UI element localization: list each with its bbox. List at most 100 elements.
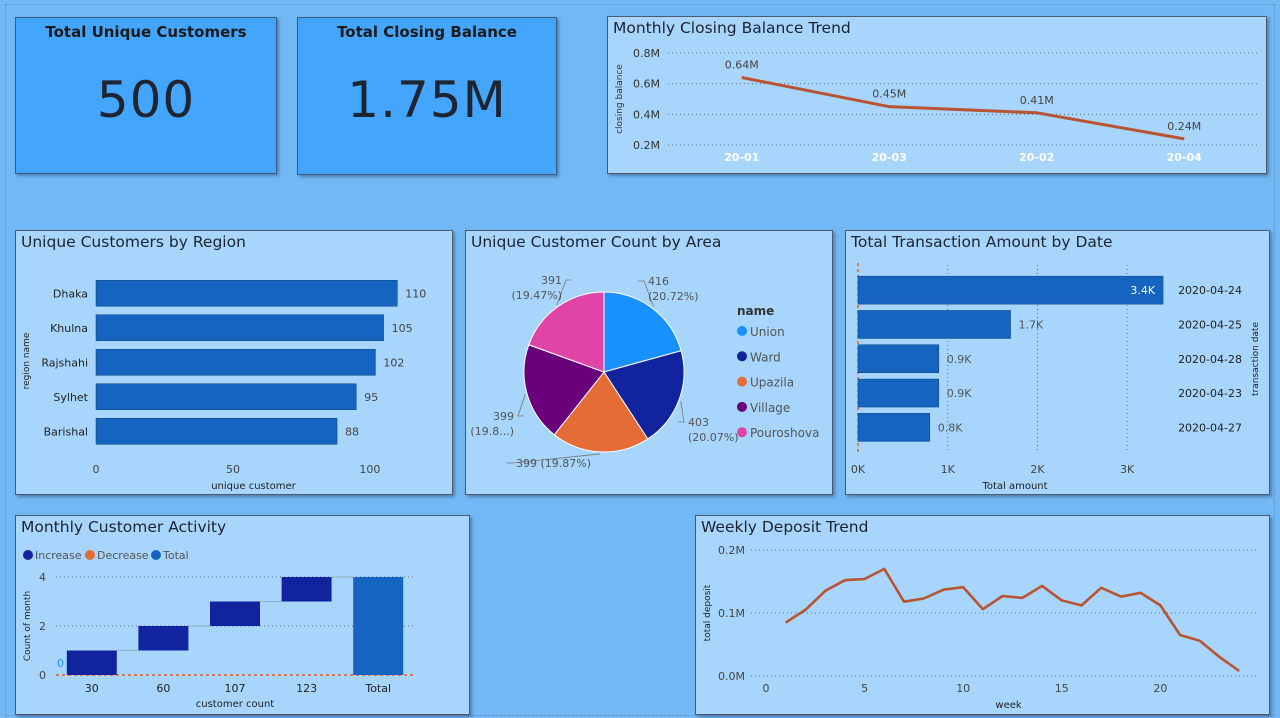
x-tick-label: Total (364, 682, 391, 695)
bar (281, 577, 332, 602)
y-tick-label: 0.6M (633, 78, 660, 91)
kpi-value: 500 (96, 71, 196, 129)
customers-area-panel[interactable]: Unique Customer Count by Area 416 (20.72%… (465, 230, 833, 495)
bar (138, 626, 189, 651)
monthly-balance-chart: 0.2M 0.4M 0.6M 0.8M closing balance 20-01 0.64… (615, 47, 1258, 164)
y-tick-label: 4 (39, 571, 46, 584)
weekly-deposit-panel[interactable]: Weekly Deposit Trend 0.0M 0.1M 0.2M 0 5 10 15 2… (695, 515, 1270, 715)
x-tick-label: 30 (85, 682, 99, 695)
y-tick-label: 0.2M (633, 139, 660, 152)
y-axis-label: closing balance (615, 64, 625, 134)
data-label: 0.9K (947, 353, 972, 366)
x-tick-label: 123 (296, 682, 317, 695)
customers-area-chart: 416 (20.72%) 403 (20.07%) 399 (19.87%) 399 (19… (470, 274, 819, 470)
data-label: 3.4K (1130, 284, 1155, 297)
y-axis-label: Count of month (23, 591, 33, 661)
data-label: 105 (392, 322, 413, 335)
slice-label: 399 (19.87%) (516, 457, 591, 470)
legend-label: Union (750, 325, 785, 339)
legend-marker (737, 427, 747, 438)
slice-label: (20.07%) (688, 431, 739, 444)
legend-label: Ward (750, 350, 781, 364)
legend-marker (737, 376, 747, 387)
start-label: 0 (57, 657, 64, 670)
x-tick-label: 10 (956, 682, 970, 695)
bar (857, 413, 931, 442)
monthly-balance-panel[interactable]: Monthly Closing Balance Trend 0.2M 0.4M 0.… (607, 16, 1267, 174)
slice-label: (19.8...) (470, 425, 514, 438)
transaction-date-panel[interactable]: Total Transaction Amount by Date 0K 1K 2K 3… (845, 230, 1270, 495)
slice-label: (20.72%) (648, 290, 699, 303)
y-tick-label: 2020-04-23 (1178, 387, 1242, 400)
data-label: 0.64M (725, 59, 759, 72)
x-tick-label: 5 (861, 682, 868, 695)
data-label: 95 (364, 391, 378, 404)
x-tick-label: 100 (359, 463, 380, 476)
y-tick-label: Rajshahi (41, 356, 88, 369)
kpi-title: Total Unique Customers (45, 23, 247, 41)
x-tick-label: 20-04 (1167, 151, 1203, 164)
bar (95, 418, 338, 445)
y-axis-label: region name (22, 332, 32, 389)
kpi-card-unique-customers[interactable]: Total Unique Customers 500 (15, 17, 277, 174)
legend-label: Decrease (97, 549, 149, 562)
y-tick-label: 2 (39, 620, 46, 633)
y-tick-label: 2020-04-27 (1178, 421, 1242, 434)
x-tick-label: 20 (1153, 682, 1167, 695)
legend-label: Total (162, 549, 189, 562)
y-tick-label: Sylhet (53, 391, 88, 404)
bar (857, 310, 1011, 339)
x-axis-label: Total amount (981, 481, 1047, 492)
leader-line (678, 400, 685, 423)
data-label: 0.41M (1020, 94, 1054, 107)
x-axis-label: unique customer (211, 481, 296, 492)
y-tick-label: 0.2M (718, 544, 745, 557)
bar (353, 577, 404, 675)
legend-label: Pouroshova (750, 426, 819, 440)
legend-label: Upazila (750, 376, 794, 390)
x-tick-label: 3K (1120, 463, 1135, 476)
data-label: 88 (345, 425, 359, 438)
y-tick-label: 0.1M (718, 607, 745, 620)
legend-marker (737, 326, 747, 336)
y-axis-label: transaction date (1251, 322, 1261, 396)
customer-activity-chart: Increase Decrease Total 0 2 4 0 30 60 107 123 Total… (23, 549, 414, 710)
slice-label: 416 (648, 275, 669, 288)
bar (857, 344, 939, 373)
kpi-card-closing-balance[interactable]: Total Closing Balance 1.75M (297, 17, 557, 175)
x-tick-label: 0K (851, 463, 866, 476)
series-line (741, 76, 1185, 141)
x-axis-label: week (995, 700, 1021, 711)
x-axis-label: customer count (196, 699, 275, 710)
x-tick-label: 20-02 (1019, 151, 1054, 164)
y-tick-label: Barishal (44, 425, 88, 438)
y-tick-label: 0.0M (718, 670, 745, 683)
slice-label: 399 (493, 410, 514, 423)
y-tick-label: 2020-04-24 (1178, 284, 1242, 297)
customers-region-panel[interactable]: Unique Customers by Region Dhaka 110 Khuln… (15, 230, 453, 495)
slice-label: 391 (541, 274, 562, 287)
y-tick-label: Dhaka (53, 287, 88, 300)
x-tick-label: 15 (1055, 682, 1069, 695)
y-tick-label: 2020-04-25 (1178, 318, 1242, 331)
slice-label: 403 (688, 416, 709, 429)
weekly-deposit-chart: 0.0M 0.1M 0.2M 0 5 10 15 20 week total deposit (703, 544, 1259, 711)
y-axis-label: total deposit (703, 584, 713, 641)
y-tick-label: 0.4M (633, 108, 660, 121)
data-label: 0.8K (938, 421, 963, 434)
kpi-value: 1.75M (347, 71, 507, 129)
legend-marker (737, 351, 747, 362)
x-tick-label: 20-01 (724, 151, 759, 164)
legend-marker (85, 550, 95, 560)
y-tick-label: 2020-04-28 (1178, 353, 1242, 366)
bar (95, 349, 376, 376)
legend-label: Village (750, 401, 790, 415)
data-label: 0.9K (947, 387, 972, 400)
y-tick-label: 0 (39, 669, 46, 682)
customer-activity-panel[interactable]: Monthly Customer Activity Increase Decrea… (15, 515, 470, 715)
bar (95, 383, 357, 410)
legend-marker (151, 550, 161, 560)
x-tick-label: 107 (225, 682, 246, 695)
data-label: 102 (383, 356, 404, 369)
bar (95, 314, 384, 341)
